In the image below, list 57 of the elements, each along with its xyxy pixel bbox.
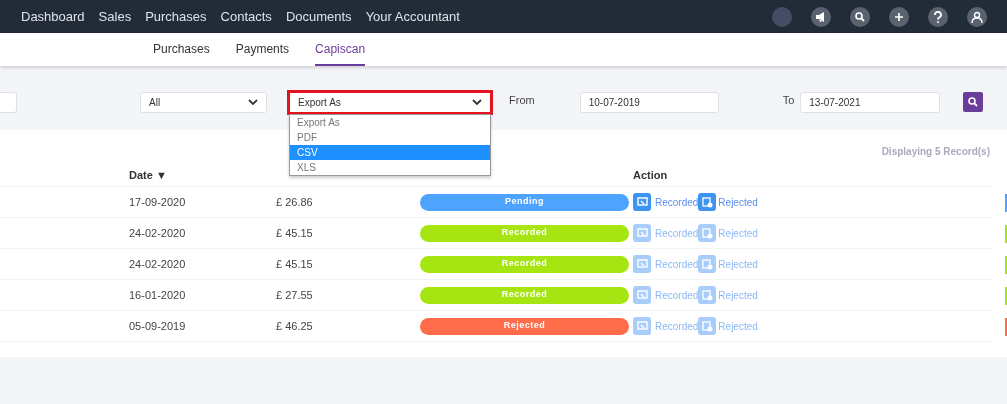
search-icon [968, 97, 979, 107]
image-icon[interactable] [633, 193, 651, 211]
amount-cell: £ 46.25 [276, 319, 313, 332]
column-header[interactable]: Date ▼ [129, 169, 167, 182]
document-icon[interactable] [698, 224, 717, 242]
nav-link[interactable]: Purchases [138, 6, 214, 27]
amount-cell: £ 45.15 [276, 226, 313, 239]
status-pill: Recorded [420, 224, 629, 242]
help-icon[interactable] [928, 6, 948, 27]
avatar-icon[interactable] [772, 6, 792, 27]
record-count: Displaying 5 Record(s) [881, 146, 990, 157]
to-label: To [782, 93, 795, 108]
amount-cell: £ 27.55 [276, 288, 313, 301]
amount-cell: £ 45.15 [276, 257, 313, 270]
status-pill: Recorded [420, 255, 629, 273]
document-icon[interactable] [698, 255, 717, 273]
search-button[interactable] [963, 92, 984, 112]
date-cell: 16-01-2020 [129, 288, 186, 301]
amount-cell: £ 26.86 [276, 195, 313, 208]
image-icon[interactable] [633, 224, 651, 242]
nav-link[interactable]: Sales [91, 6, 139, 27]
status-pill: Pending [420, 193, 629, 211]
document-icon[interactable] [698, 317, 717, 335]
date-cell: 17-09-2020 [129, 195, 186, 208]
chevron-icon [472, 99, 482, 106]
from-date-field[interactable]: 10-07-2019 [579, 92, 719, 113]
date-cell: 05-09-2019 [129, 319, 186, 332]
from-label: From [509, 93, 535, 108]
dropdown-option[interactable]: Export As [290, 115, 490, 130]
image-icon[interactable] [633, 255, 651, 273]
document-icon[interactable] [698, 286, 717, 304]
nav-link[interactable]: Contacts [213, 6, 279, 27]
status-select[interactable]: All [140, 92, 267, 113]
status-pill: Rejected [420, 317, 629, 335]
nav-link[interactable]: Your Accountant [358, 6, 467, 27]
nav-link[interactable]: Documents [278, 6, 359, 27]
column-header: Action [633, 169, 668, 182]
image-icon[interactable] [633, 286, 651, 304]
subnav-tab[interactable]: Payments [235, 33, 290, 66]
subnav-tab[interactable]: Purchases [153, 33, 210, 66]
filter-field[interactable] [0, 92, 17, 113]
export-select[interactable]: Export As [287, 90, 493, 115]
date-cell: 24-02-2020 [129, 226, 186, 239]
document-icon[interactable] [698, 193, 717, 211]
image-icon[interactable] [633, 317, 651, 335]
plus-icon[interactable] [889, 6, 909, 27]
chevron-icon [248, 99, 258, 106]
user-icon[interactable] [967, 6, 987, 27]
megaphone-icon[interactable] [811, 6, 831, 27]
status-pill: Recorded [420, 286, 629, 304]
dropdown-option[interactable]: XLS [290, 160, 490, 175]
to-date-field[interactable]: 13-07-2021 [800, 92, 941, 113]
nav-link[interactable]: Dashboard [14, 6, 92, 27]
dropdown-option[interactable]: PDF [290, 130, 490, 145]
subnav-tab[interactable]: Capiscan [315, 33, 366, 66]
search-icon[interactable] [850, 6, 870, 27]
date-cell: 24-02-2020 [129, 257, 186, 270]
